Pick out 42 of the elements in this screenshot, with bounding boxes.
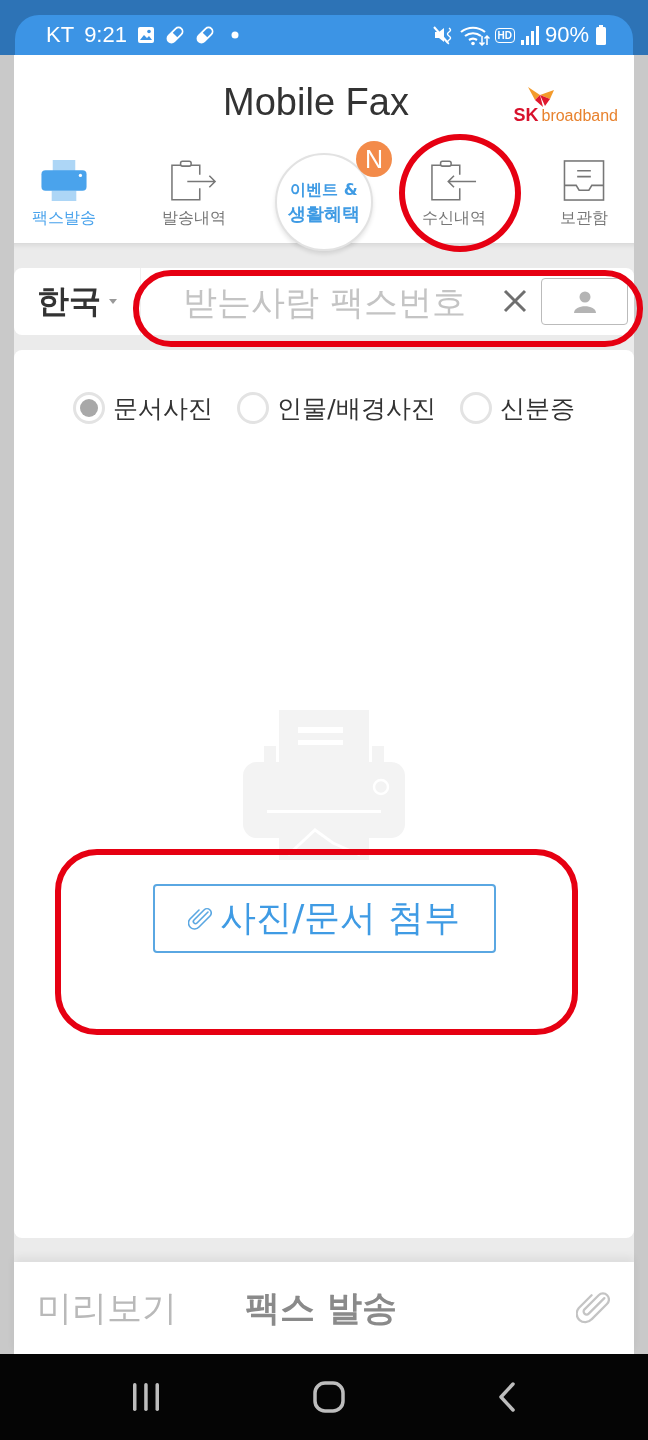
clipboard-arrow-in-icon [431,160,477,201]
pill-icon [194,25,215,45]
contacts-button[interactable] [541,278,628,325]
caret-icon [109,299,117,304]
tab[interactable]: 보관함 [560,150,608,229]
image-icon [136,26,155,44]
tray-icon [561,160,607,201]
radio-button[interactable] [459,392,492,424]
attach-button[interactable]: 사진/문서 첨부 [152,884,496,953]
radio-button[interactable] [73,392,106,424]
tab[interactable]: 팩스발송 [32,150,96,229]
dot-icon [230,31,239,39]
app-title: Mobile Fax [223,81,409,124]
wifi-icon [459,24,490,46]
back-icon[interactable] [497,1382,517,1412]
radio-label[interactable]: 신분증 [499,391,575,425]
hd-indicator: HD [494,27,515,43]
radio-label[interactable]: 문서사진 [113,391,214,425]
printer-placeholder-icon [243,710,405,860]
logo-brand: SK [513,104,539,126]
person-icon [572,289,597,314]
battery-icon [596,25,606,45]
close-icon[interactable] [503,289,527,313]
send-fax-button[interactable]: 팩스 발송 [245,1284,398,1332]
paperclip-icon [188,906,213,931]
carrier-name: KT [46,22,75,48]
wings-logo-icon [526,85,557,108]
recent-apps-icon[interactable] [131,1382,161,1412]
pill-icon [164,25,185,45]
tab[interactable]: 발송내역 [162,150,226,229]
country-dropdown[interactable]: 한국 [14,268,140,335]
signal-icon [519,25,540,45]
clock-time: 9:21 [84,22,127,48]
logo-name: broadband [541,106,618,125]
battery-level: 90% [544,22,589,48]
radio-button[interactable] [237,392,270,424]
tab[interactable]: 수신내역 [422,150,486,229]
printer-icon [41,160,87,201]
paperclip-icon[interactable] [576,1291,610,1325]
radio-label[interactable]: 인물/배경사진 [277,391,436,425]
home-icon[interactable] [313,1381,345,1413]
clipboard-arrow-out-icon [171,160,217,201]
